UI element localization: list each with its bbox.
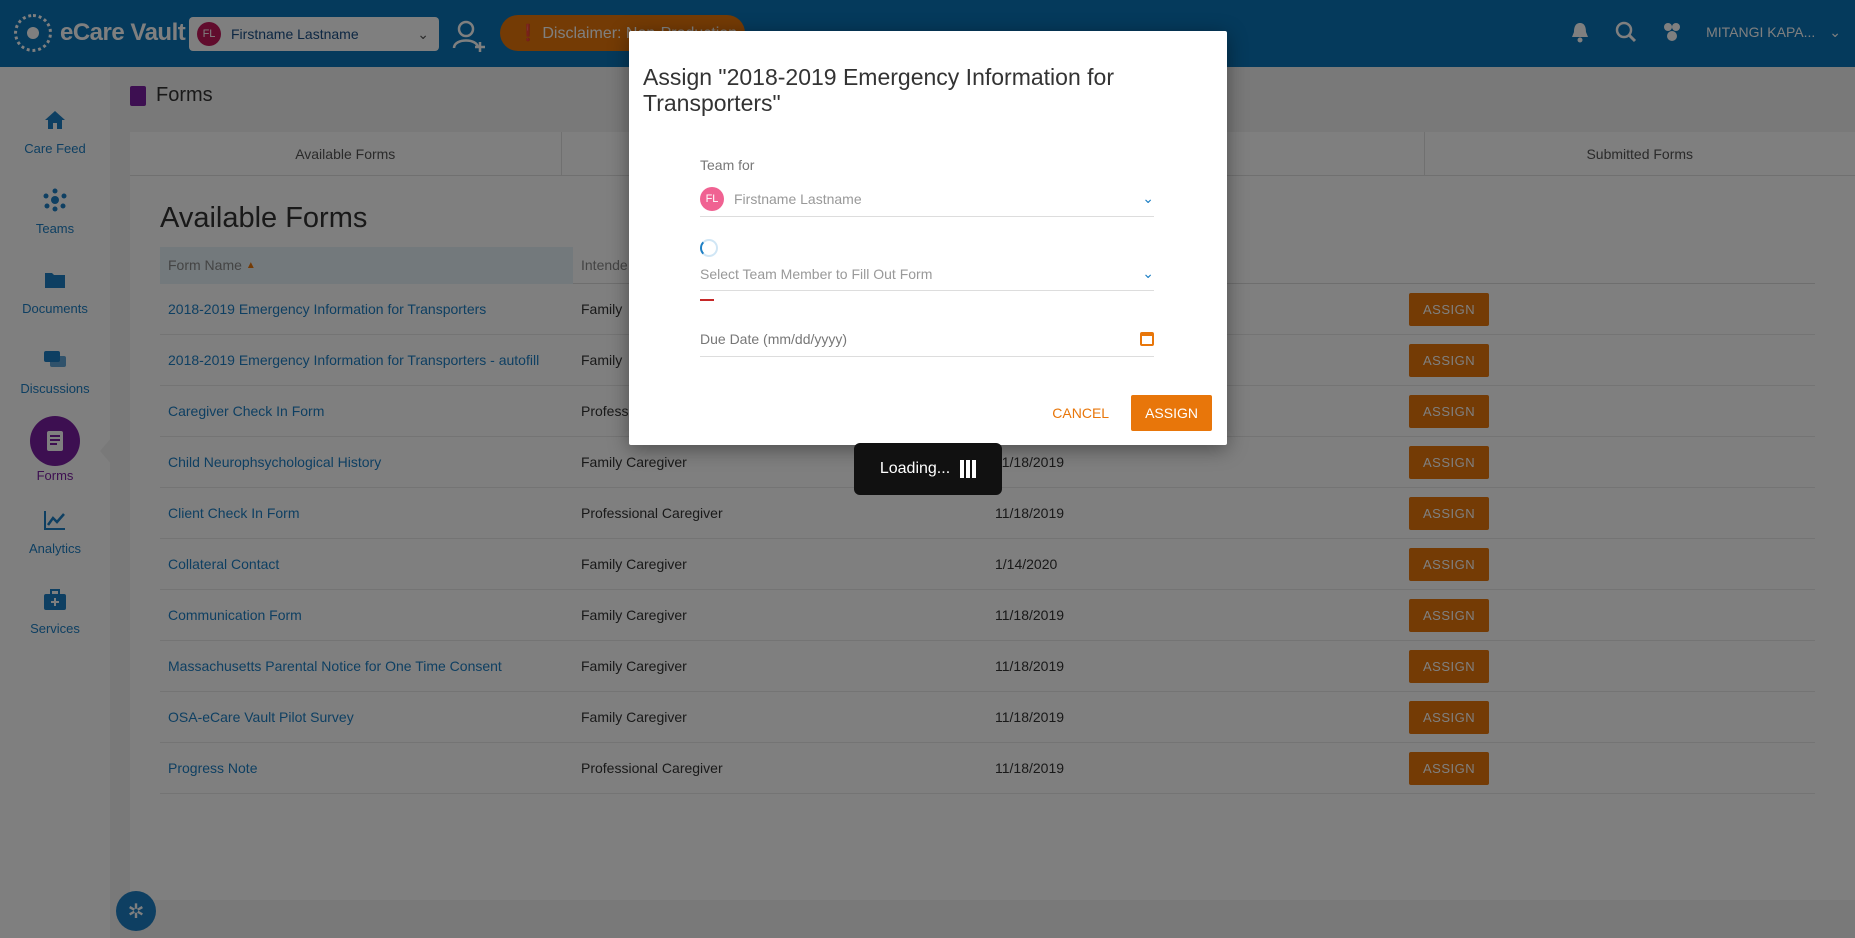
assign-form-dialog: Assign "2018-2019 Emergency Information …	[629, 31, 1227, 445]
due-date-placeholder: Due Date (mm/dd/yyyy)	[700, 330, 848, 347]
due-date-field[interactable]: Due Date (mm/dd/yyyy)	[700, 321, 1154, 357]
team-select[interactable]: FL Firstname Lastname ⌄	[700, 181, 1154, 217]
cancel-button[interactable]: CANCEL	[1044, 397, 1117, 429]
assign-button[interactable]: ASSIGN	[1131, 395, 1212, 431]
team-select-value: Firstname Lastname	[734, 190, 862, 207]
team-member-placeholder: Select Team Member to Fill Out Form	[700, 265, 933, 282]
dialog-title: Assign "2018-2019 Emergency Information …	[643, 64, 1114, 116]
loading-bars-icon	[960, 460, 977, 478]
team-label: Team for	[700, 157, 755, 173]
field-error-indicator	[700, 299, 714, 301]
loading-spinner	[700, 239, 718, 257]
team-member-select[interactable]: Select Team Member to Fill Out Form ⌄	[700, 257, 1154, 291]
loading-text: Loading...	[879, 460, 951, 477]
chevron-down-icon: ⌄	[1142, 265, 1154, 281]
calendar-icon[interactable]	[1140, 331, 1154, 346]
chevron-down-icon: ⌄	[1142, 190, 1154, 206]
team-avatar: FL	[700, 186, 724, 211]
loading-toast: Loading...	[854, 443, 1002, 495]
